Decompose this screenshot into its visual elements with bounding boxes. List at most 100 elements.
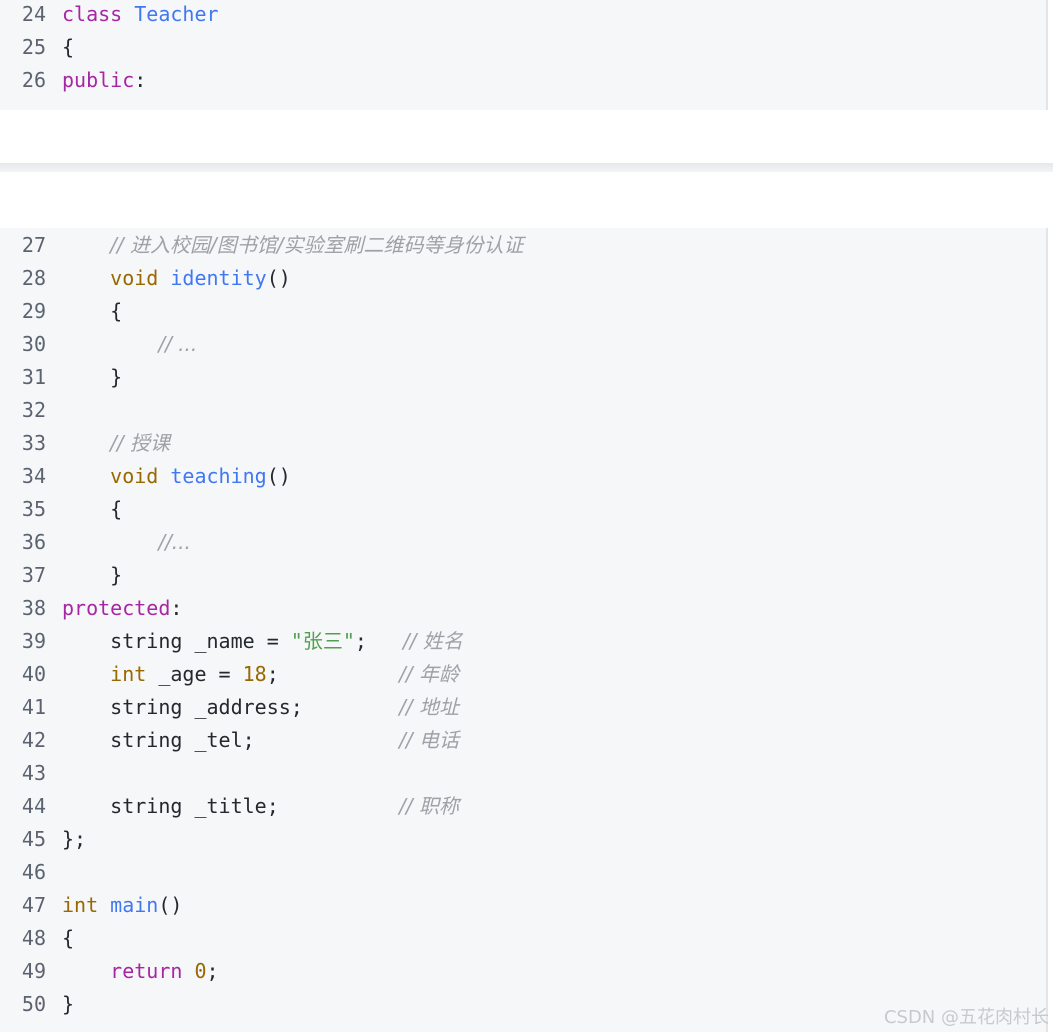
code-line: 30 // ... [0, 328, 197, 361]
code-token: string _tel; [62, 728, 400, 752]
code-text: string _tel; // 电话 [62, 724, 459, 757]
code-token: void [110, 266, 159, 290]
code-line: 26 public: [0, 64, 146, 97]
code-token: // 年龄 [399, 662, 460, 686]
code-line: 24 class Teacher [0, 0, 219, 31]
code-token: () [266, 464, 291, 488]
code-token: } [62, 563, 123, 587]
line-number: 32 [21, 398, 46, 422]
code-line: 40 int _age = 18; // 年龄 [0, 658, 459, 691]
code-text: } [62, 988, 74, 1021]
separator [0, 163, 1053, 172]
code-line: 46 [0, 856, 62, 889]
code-block-top: 24 class Teacher 25 {26 public: [0, 0, 1048, 110]
line-number: 45 [21, 827, 46, 851]
code-token: { [62, 35, 75, 59]
line-number: 27 [21, 233, 46, 257]
code-line: 37 } [0, 559, 122, 592]
code-text: void identity() [62, 262, 291, 295]
line-number: 26 [21, 68, 46, 92]
code-token: public [62, 68, 135, 92]
code-token: // 电话 [399, 728, 459, 752]
code-token: { [62, 497, 123, 521]
code-token: protected [62, 596, 171, 620]
line-number: 37 [21, 563, 46, 587]
code-token: teaching [170, 464, 267, 488]
line-number: 34 [21, 464, 46, 488]
code-token: // ... [158, 332, 198, 356]
line-number: 47 [21, 893, 46, 917]
line-number: 38 [21, 596, 46, 620]
line-number: 29 [21, 299, 46, 323]
line-number: 25 [21, 35, 46, 59]
code-line: 27 // 进入校园/图书馆/实验室刷二维码等身份认证 [0, 229, 524, 262]
code-token: // 进入校园/图书馆/实验室刷二维码等身份认证 [110, 233, 524, 257]
code-text: { [62, 295, 122, 328]
code-token: } [62, 992, 75, 1016]
line-number: 30 [21, 332, 46, 356]
code-token: ; [354, 629, 404, 653]
code-token: () [158, 893, 183, 917]
code-line: 25 { [0, 31, 74, 64]
code-line: 48 { [0, 922, 74, 955]
code-text: void teaching() [62, 460, 291, 493]
code-line: 43 [0, 757, 62, 790]
code-line: 39 string _name = "张三"; // 姓名 [0, 625, 463, 658]
code-line: 41 string _address; // 地址 [0, 691, 459, 724]
code-line: 44 string _title; // 职称 [0, 790, 459, 823]
code-token: : [134, 68, 147, 92]
line-number: 43 [21, 761, 46, 785]
code-line: 38 protected: [0, 592, 183, 625]
watermark: CSDN @五花肉村长 [883, 1007, 1049, 1028]
line-number: 41 [21, 695, 46, 719]
code-text: // 授课 [62, 427, 170, 460]
line-number: 48 [21, 926, 46, 950]
code-token: main [110, 893, 159, 917]
code-token: Teacher [134, 2, 219, 26]
code-token: { [62, 926, 75, 950]
code-token: class [62, 2, 123, 26]
code-text: // 进入校园/图书馆/实验室刷二维码等身份认证 [62, 229, 523, 262]
code-text: string _address; // 地址 [62, 691, 459, 724]
code-token: { [62, 299, 123, 323]
code-line: 45}; [0, 823, 86, 856]
code-text: { [62, 493, 122, 526]
code-token: identity [170, 266, 267, 290]
code-line: 29 { [0, 295, 122, 328]
code-token: : [170, 596, 183, 620]
code-text: } [62, 559, 122, 592]
code-token: // 职称 [399, 794, 459, 818]
code-line: 36 //... [0, 526, 191, 559]
code-text: { [62, 31, 74, 64]
line-number: 36 [21, 530, 46, 554]
code-text: //... [62, 526, 191, 559]
line-number: 46 [21, 860, 46, 884]
code-text: protected: [62, 592, 182, 625]
code-line: 49 return 0; [0, 955, 219, 988]
code-token: return [110, 959, 183, 983]
code-token: } [62, 365, 123, 389]
line-number: 31 [21, 365, 46, 389]
code-token: // 姓名 [403, 629, 463, 653]
line-number: 49 [21, 959, 46, 983]
code-token: //... [158, 530, 191, 554]
code-token: ; [206, 959, 219, 983]
code-line: 35 { [0, 493, 122, 526]
code-line: 31 } [0, 361, 122, 394]
code-line: 50} [0, 988, 74, 1021]
line-number: 24 [21, 2, 46, 26]
code-text: }; [62, 823, 86, 856]
code-text: // ... [62, 328, 197, 361]
line-number: 28 [21, 266, 46, 290]
code-line: 34 void teaching() [0, 460, 291, 493]
code-token: int [110, 662, 147, 686]
